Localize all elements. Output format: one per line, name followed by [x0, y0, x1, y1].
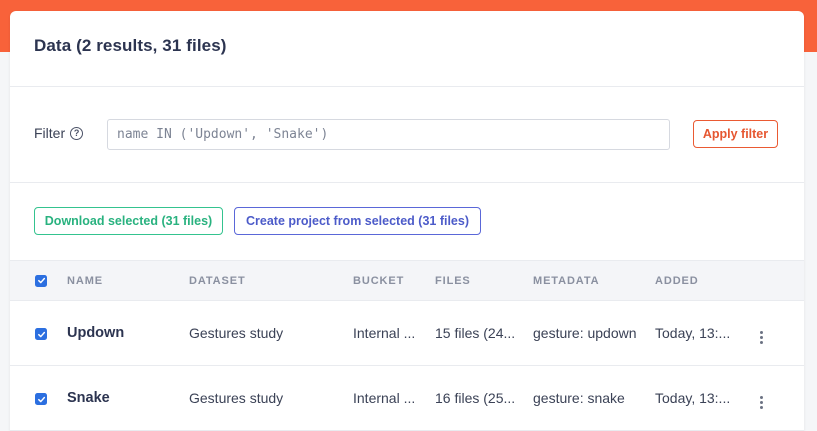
column-header-dataset[interactable]: DATASET	[189, 261, 353, 301]
table-row[interactable]: Snake Gestures study Internal ... 16 fil…	[10, 366, 804, 431]
row-checkbox[interactable]	[35, 328, 47, 341]
row-name[interactable]: Updown	[67, 301, 189, 366]
row-name[interactable]: Snake	[67, 366, 189, 431]
row-actions-cell	[753, 301, 804, 366]
column-header-bucket[interactable]: BUCKET	[353, 261, 435, 301]
row-bucket: Internal ...	[353, 325, 416, 341]
check-icon	[37, 396, 45, 403]
row-dataset: Gestures study	[189, 325, 284, 341]
apply-filter-button[interactable]: Apply filter	[693, 120, 778, 148]
column-header-files[interactable]: FILES	[435, 261, 533, 301]
more-vertical-icon[interactable]	[753, 329, 769, 345]
filter-label-group: Filter ?	[34, 125, 84, 141]
data-card: Data (2 results, 31 files) Filter ? Appl…	[10, 11, 804, 431]
filter-row: Filter ? Apply filter	[10, 87, 804, 183]
card-header: Data (2 results, 31 files)	[10, 11, 804, 87]
bulk-actions-row: Download selected (31 files) Create proj…	[10, 183, 804, 260]
select-all-checkbox[interactable]	[35, 274, 47, 287]
page-title: Data (2 results, 31 files)	[34, 36, 227, 55]
column-header-actions	[753, 261, 804, 301]
row-added: Today, 13:...	[655, 325, 731, 341]
create-project-button[interactable]: Create project from selected (31 files)	[234, 207, 481, 235]
column-header-added[interactable]: ADDED	[655, 261, 753, 301]
row-metadata: gesture: updown	[533, 325, 637, 341]
row-metadata: gesture: snake	[533, 390, 625, 406]
row-actions-cell	[753, 366, 804, 431]
row-files: 16 files (25...	[435, 390, 516, 406]
select-all-cell	[10, 261, 67, 301]
row-checkbox[interactable]	[35, 393, 47, 406]
check-icon	[37, 277, 45, 284]
row-bucket: Internal ...	[353, 390, 416, 406]
more-vertical-icon[interactable]	[753, 394, 769, 410]
download-selected-button[interactable]: Download selected (31 files)	[34, 207, 223, 235]
row-files: 15 files (24...	[435, 325, 516, 341]
data-table: NAME DATASET BUCKET FILES METADATA ADDED…	[10, 260, 804, 431]
table-row[interactable]: Updown Gestures study Internal ... 15 fi…	[10, 301, 804, 366]
row-select-cell	[10, 301, 67, 366]
table-header-row: NAME DATASET BUCKET FILES METADATA ADDED	[10, 260, 804, 301]
check-icon	[37, 331, 45, 338]
column-header-name[interactable]: NAME	[67, 261, 189, 301]
row-added: Today, 13:...	[655, 390, 731, 406]
filter-label: Filter	[34, 125, 66, 141]
row-dataset: Gestures study	[189, 390, 284, 406]
column-header-metadata[interactable]: METADATA	[533, 261, 655, 301]
row-select-cell	[10, 366, 67, 431]
question-circle-icon[interactable]: ?	[70, 126, 84, 140]
filter-input[interactable]	[107, 119, 670, 150]
